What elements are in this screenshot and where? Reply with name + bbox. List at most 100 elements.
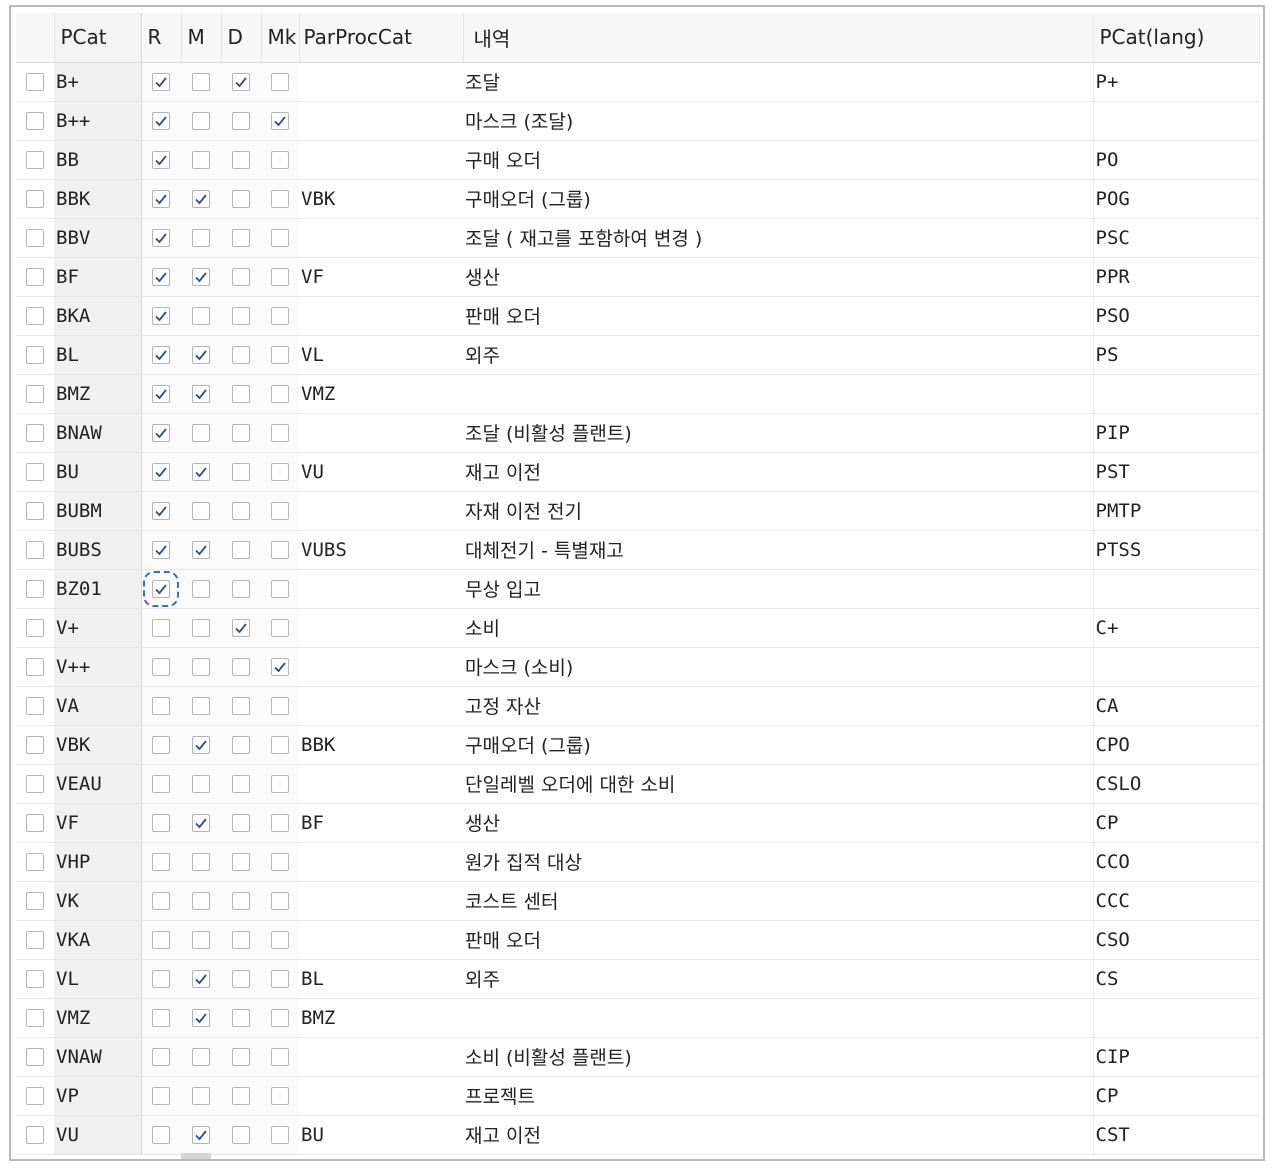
- checkbox-d[interactable]: [232, 1126, 250, 1145]
- checkbox-r[interactable]: [152, 463, 171, 482]
- checkbox-r[interactable]: [152, 541, 171, 560]
- checkbox-mk[interactable]: [271, 853, 289, 872]
- checkbox-m[interactable]: [192, 814, 210, 833]
- checkbox-r[interactable]: [152, 385, 171, 404]
- checkbox-m[interactable]: [192, 541, 210, 560]
- table-row[interactable]: VL BL 외주 CS: [16, 959, 1259, 999]
- checkbox-m[interactable]: [192, 931, 210, 950]
- checkbox-mk[interactable]: [271, 1009, 289, 1028]
- checkbox-d[interactable]: [232, 1087, 250, 1106]
- row-select-checkbox[interactable]: [26, 541, 44, 560]
- table-row[interactable]: BF VF 생산 PPR: [16, 257, 1259, 297]
- row-select-checkbox[interactable]: [26, 1087, 44, 1106]
- checkbox-mk[interactable]: [271, 775, 289, 794]
- row-select-checkbox[interactable]: [26, 697, 44, 716]
- table-row[interactable]: B+ 조달 P+: [16, 62, 1259, 102]
- checkbox-m[interactable]: [192, 463, 210, 482]
- row-select-checkbox[interactable]: [26, 190, 44, 209]
- row-select-checkbox[interactable]: [26, 658, 44, 677]
- checkbox-m[interactable]: [192, 580, 210, 599]
- checkbox-r[interactable]: [152, 1087, 171, 1106]
- checkbox-r[interactable]: [152, 931, 171, 950]
- checkbox-m[interactable]: [192, 619, 210, 638]
- checkbox-mk[interactable]: [271, 814, 289, 833]
- checkbox-mk[interactable]: [271, 502, 289, 521]
- checkbox-d[interactable]: [232, 424, 250, 443]
- table-row[interactable]: VNAW 소비 (비활성 플랜트) CIP: [16, 1037, 1259, 1077]
- row-select-checkbox[interactable]: [26, 463, 44, 482]
- checkbox-d[interactable]: [232, 931, 250, 950]
- checkbox-mk[interactable]: [271, 580, 289, 599]
- table-row[interactable]: VU BU 재고 이전 CST: [16, 1115, 1259, 1155]
- table-row[interactable]: V+ 소비 C+: [16, 608, 1259, 648]
- row-select-checkbox[interactable]: [26, 424, 44, 443]
- checkbox-m[interactable]: [192, 73, 210, 92]
- checkbox-m[interactable]: [192, 1048, 210, 1067]
- table-row[interactable]: BB 구매 오더 PO: [16, 140, 1259, 180]
- checkbox-mk[interactable]: [271, 892, 289, 911]
- checkbox-mk[interactable]: [271, 1087, 289, 1106]
- checkbox-d[interactable]: [232, 619, 250, 638]
- table-row[interactable]: VP 프로젝트 CP: [16, 1076, 1259, 1116]
- checkbox-d[interactable]: [232, 73, 250, 92]
- checkbox-r[interactable]: [143, 571, 180, 607]
- table-row[interactable]: BU VU 재고 이전 PST: [16, 452, 1259, 492]
- table-row[interactable]: BUBS VUBS 대체전기 - 특별재고 PTSS: [16, 530, 1259, 570]
- header-m[interactable]: M: [181, 13, 222, 63]
- row-select-checkbox[interactable]: [26, 619, 44, 638]
- checkbox-r[interactable]: [152, 268, 171, 287]
- checkbox-m[interactable]: [192, 892, 210, 911]
- checkbox-m[interactable]: [192, 1126, 210, 1145]
- checkbox-d[interactable]: [232, 268, 250, 287]
- checkbox-mk[interactable]: [271, 385, 289, 404]
- checkbox-r[interactable]: [152, 775, 171, 794]
- table-row[interactable]: VMZ BMZ: [16, 998, 1259, 1038]
- checkbox-r[interactable]: [152, 697, 171, 716]
- checkbox-mk[interactable]: [271, 931, 289, 950]
- row-select-checkbox[interactable]: [26, 892, 44, 911]
- checkbox-d[interactable]: [232, 970, 250, 989]
- row-select-checkbox[interactable]: [26, 1009, 44, 1028]
- checkbox-m[interactable]: [192, 112, 210, 131]
- checkbox-mk[interactable]: [271, 658, 289, 677]
- checkbox-mk[interactable]: [271, 697, 289, 716]
- checkbox-m[interactable]: [192, 775, 210, 794]
- row-select-checkbox[interactable]: [26, 73, 44, 92]
- checkbox-r[interactable]: [152, 112, 171, 131]
- checkbox-mk[interactable]: [271, 970, 289, 989]
- checkbox-mk[interactable]: [271, 424, 289, 443]
- row-select-checkbox[interactable]: [26, 970, 44, 989]
- row-select-checkbox[interactable]: [26, 346, 44, 365]
- row-select-checkbox[interactable]: [26, 502, 44, 521]
- table-row[interactable]: BKA 판매 오더 PSO: [16, 296, 1259, 336]
- checkbox-d[interactable]: [232, 151, 250, 170]
- table-row[interactable]: VEAU 단일레벨 오더에 대한 소비 CSLO: [16, 764, 1259, 804]
- checkbox-mk[interactable]: [271, 1048, 289, 1067]
- table-row[interactable]: VK 코스트 센터 CCC: [16, 881, 1259, 921]
- checkbox-r[interactable]: [152, 151, 171, 170]
- table-row[interactable]: B++ 마스크 (조달): [16, 101, 1259, 141]
- checkbox-d[interactable]: [232, 541, 250, 560]
- checkbox-m[interactable]: [192, 697, 210, 716]
- checkbox-r[interactable]: [152, 1048, 171, 1067]
- checkbox-m[interactable]: [192, 268, 210, 287]
- row-select-checkbox[interactable]: [26, 307, 44, 326]
- checkbox-r[interactable]: [152, 346, 171, 365]
- checkbox-r[interactable]: [152, 658, 171, 677]
- row-select-checkbox[interactable]: [26, 229, 44, 248]
- header-pcat-lang[interactable]: PCat(lang): [1093, 13, 1260, 63]
- checkbox-r[interactable]: [152, 502, 171, 521]
- header-d[interactable]: D: [221, 13, 262, 63]
- row-select-checkbox[interactable]: [26, 151, 44, 170]
- checkbox-m[interactable]: [192, 853, 210, 872]
- table-row[interactable]: VKA 판매 오더 CSO: [16, 920, 1259, 960]
- checkbox-mk[interactable]: [271, 619, 289, 638]
- table-row[interactable]: VF BF 생산 CP: [16, 803, 1259, 843]
- checkbox-d[interactable]: [232, 346, 250, 365]
- checkbox-mk[interactable]: [271, 736, 289, 755]
- table-row[interactable]: BBV 조달 ( 재고를 포함하여 변경 ) PSC: [16, 218, 1259, 258]
- checkbox-r[interactable]: [152, 814, 171, 833]
- checkbox-m[interactable]: [192, 229, 210, 248]
- checkbox-d[interactable]: [232, 736, 250, 755]
- table-row[interactable]: BL VL 외주 PS: [16, 335, 1259, 375]
